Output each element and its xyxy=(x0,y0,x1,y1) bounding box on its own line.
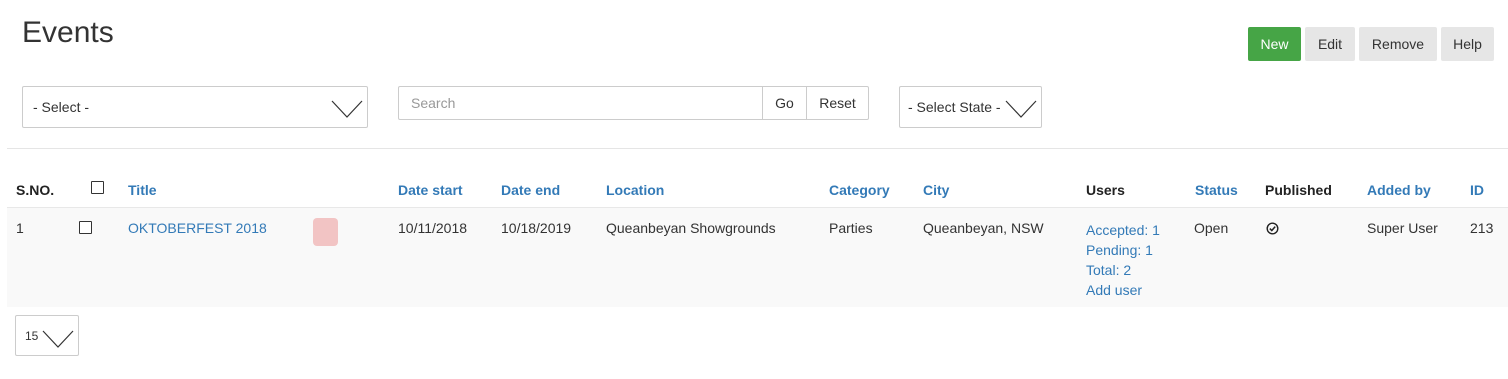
header-users: Users xyxy=(1086,182,1125,198)
row-city: Queanbeyan, NSW xyxy=(923,220,1044,236)
header-title[interactable]: Title xyxy=(128,182,157,198)
reset-button[interactable]: Reset xyxy=(806,86,869,120)
divider xyxy=(7,148,1508,149)
check-circle-icon[interactable] xyxy=(1266,222,1279,235)
header-date-end[interactable]: Date end xyxy=(501,182,560,198)
header-category[interactable]: Category xyxy=(829,182,890,198)
new-button[interactable]: New xyxy=(1248,27,1301,61)
event-color-swatch xyxy=(313,218,338,246)
list-limit-label: 15 xyxy=(25,328,39,343)
row-location: Queanbeyan Showgrounds xyxy=(606,220,776,236)
pending-users-link[interactable]: Pending: 1 xyxy=(1086,240,1160,260)
row-added-by: Super User xyxy=(1367,220,1438,236)
row-title-link[interactable]: OKTOBERFEST 2018 xyxy=(128,220,267,236)
chevron-down-icon xyxy=(331,100,363,118)
row-id: 213 xyxy=(1470,220,1494,236)
row-checkbox[interactable] xyxy=(79,221,92,234)
header-id[interactable]: ID xyxy=(1470,182,1484,198)
row-date-end: 10/18/2019 xyxy=(501,220,572,236)
remove-button[interactable]: Remove xyxy=(1359,27,1437,61)
state-select[interactable]: - Select State - xyxy=(899,86,1042,128)
list-limit-select[interactable]: 15 xyxy=(15,315,79,356)
row-date-start: 10/11/2018 xyxy=(398,220,468,236)
row-status: Open xyxy=(1194,220,1229,236)
row-category: Parties xyxy=(829,220,873,236)
header-sno: S.NO. xyxy=(16,182,55,198)
state-select-label: - Select State - xyxy=(908,99,1001,115)
header-city[interactable]: City xyxy=(923,182,949,198)
row-users: Accepted: 1 Pending: 1 Total: 2 Add user xyxy=(1086,220,1160,300)
chevron-down-icon xyxy=(42,330,74,348)
header-date-start[interactable]: Date start xyxy=(398,182,463,198)
header-added-by[interactable]: Added by xyxy=(1367,182,1431,198)
row-sno: 1 xyxy=(16,220,24,236)
header-published: Published xyxy=(1265,182,1332,198)
total-users-link[interactable]: Total: 2 xyxy=(1086,260,1160,280)
chevron-down-icon xyxy=(1005,100,1037,118)
help-button[interactable]: Help xyxy=(1441,27,1494,61)
page-title: Events xyxy=(22,16,114,49)
go-button[interactable]: Go xyxy=(762,86,807,120)
accepted-users-link[interactable]: Accepted: 1 xyxy=(1086,220,1160,240)
filter-select-label: - Select - xyxy=(33,99,90,115)
select-all-checkbox[interactable] xyxy=(91,181,104,194)
filter-select[interactable]: - Select - xyxy=(22,86,368,128)
header-status[interactable]: Status xyxy=(1195,182,1238,198)
add-user-link[interactable]: Add user xyxy=(1086,280,1160,300)
search-input[interactable] xyxy=(398,86,763,120)
edit-button[interactable]: Edit xyxy=(1305,27,1355,61)
header-location[interactable]: Location xyxy=(606,182,664,198)
